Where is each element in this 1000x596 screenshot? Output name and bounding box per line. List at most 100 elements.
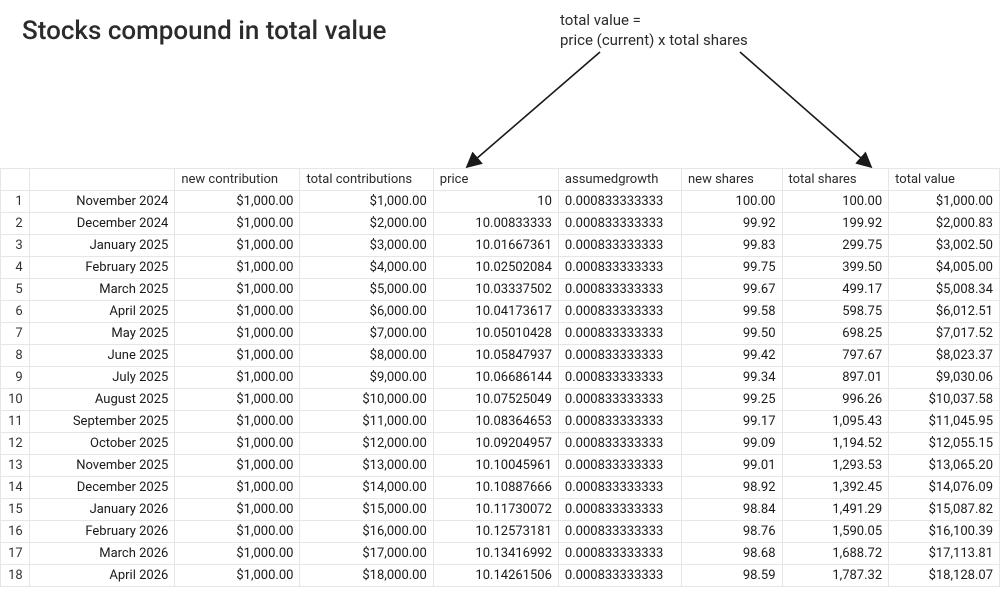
cell-total-shares[interactable]: 1,293.53 — [782, 455, 889, 477]
cell-price[interactable]: 10.01667361 — [433, 235, 558, 257]
cell-total-contributions[interactable]: $14,000.00 — [300, 477, 433, 499]
cell-price[interactable]: 10.07525049 — [433, 389, 558, 411]
cell-total-contributions[interactable]: $16,000.00 — [300, 521, 433, 543]
cell-total-shares[interactable]: 399.50 — [782, 257, 889, 279]
cell-assumed-growth[interactable]: 0.000833333333 — [558, 433, 681, 455]
cell-price[interactable]: 10 — [433, 191, 558, 213]
cell-price[interactable]: 10.05010428 — [433, 323, 558, 345]
cell-new-shares[interactable]: 99.92 — [682, 213, 783, 235]
cell-new-contribution[interactable]: $1,000.00 — [175, 367, 300, 389]
cell-new-contribution[interactable]: $1,000.00 — [175, 191, 300, 213]
cell-total-value[interactable]: $4,005.00 — [889, 257, 1000, 279]
cell-total-contributions[interactable]: $2,000.00 — [300, 213, 433, 235]
cell-total-contributions[interactable]: $6,000.00 — [300, 301, 433, 323]
cell-price[interactable]: 10.02502084 — [433, 257, 558, 279]
cell-new-shares[interactable]: 99.67 — [682, 279, 783, 301]
cell-rownum[interactable]: 6 — [1, 301, 30, 323]
cell-new-contribution[interactable]: $1,000.00 — [175, 433, 300, 455]
cell-total-contributions[interactable]: $4,000.00 — [300, 257, 433, 279]
cell-price[interactable]: 10.13416992 — [433, 543, 558, 565]
cell-new-shares[interactable]: 99.83 — [682, 235, 783, 257]
cell-month[interactable]: December 2024 — [29, 213, 175, 235]
cell-new-shares[interactable]: 99.58 — [682, 301, 783, 323]
cell-new-shares[interactable]: 98.76 — [682, 521, 783, 543]
cell-total-contributions[interactable]: $8,000.00 — [300, 345, 433, 367]
cell-price[interactable]: 10.10045961 — [433, 455, 558, 477]
cell-assumed-growth[interactable]: 0.000833333333 — [558, 543, 681, 565]
cell-new-shares[interactable]: 99.09 — [682, 433, 783, 455]
cell-rownum[interactable]: 17 — [1, 543, 30, 565]
cell-total-value[interactable]: $1,000.00 — [889, 191, 1000, 213]
cell-new-shares[interactable]: 99.17 — [682, 411, 783, 433]
cell-rownum[interactable]: 9 — [1, 367, 30, 389]
cell-total-shares[interactable]: 499.17 — [782, 279, 889, 301]
cell-total-value[interactable]: $9,030.06 — [889, 367, 1000, 389]
cell-rownum[interactable]: 18 — [1, 565, 30, 587]
cell-new-shares[interactable]: 98.84 — [682, 499, 783, 521]
cell-total-value[interactable]: $2,000.83 — [889, 213, 1000, 235]
cell-price[interactable]: 10.10887666 — [433, 477, 558, 499]
cell-new-shares[interactable]: 100.00 — [682, 191, 783, 213]
cell-assumed-growth[interactable]: 0.000833333333 — [558, 279, 681, 301]
cell-month[interactable]: March 2026 — [29, 543, 175, 565]
cell-month[interactable]: March 2025 — [29, 279, 175, 301]
cell-price[interactable]: 10.06686144 — [433, 367, 558, 389]
cell-total-value[interactable]: $11,045.95 — [889, 411, 1000, 433]
cell-total-shares[interactable]: 897.01 — [782, 367, 889, 389]
cell-month[interactable]: October 2025 — [29, 433, 175, 455]
cell-month[interactable]: June 2025 — [29, 345, 175, 367]
cell-assumed-growth[interactable]: 0.000833333333 — [558, 411, 681, 433]
cell-new-shares[interactable]: 99.01 — [682, 455, 783, 477]
cell-new-contribution[interactable]: $1,000.00 — [175, 389, 300, 411]
cell-new-contribution[interactable]: $1,000.00 — [175, 411, 300, 433]
cell-total-contributions[interactable]: $17,000.00 — [300, 543, 433, 565]
cell-total-value[interactable]: $15,087.82 — [889, 499, 1000, 521]
cell-month[interactable]: April 2025 — [29, 301, 175, 323]
cell-new-contribution[interactable]: $1,000.00 — [175, 323, 300, 345]
cell-total-shares[interactable]: 199.92 — [782, 213, 889, 235]
cell-month[interactable]: April 2026 — [29, 565, 175, 587]
cell-new-contribution[interactable]: $1,000.00 — [175, 213, 300, 235]
cell-total-contributions[interactable]: $9,000.00 — [300, 367, 433, 389]
cell-new-contribution[interactable]: $1,000.00 — [175, 279, 300, 301]
cell-assumed-growth[interactable]: 0.000833333333 — [558, 367, 681, 389]
cell-new-contribution[interactable]: $1,000.00 — [175, 543, 300, 565]
cell-price[interactable]: 10.09204957 — [433, 433, 558, 455]
cell-total-value[interactable]: $7,017.52 — [889, 323, 1000, 345]
cell-total-contributions[interactable]: $18,000.00 — [300, 565, 433, 587]
cell-new-shares[interactable]: 99.75 — [682, 257, 783, 279]
cell-rownum[interactable]: 14 — [1, 477, 30, 499]
cell-rownum[interactable]: 5 — [1, 279, 30, 301]
cell-month[interactable]: November 2025 — [29, 455, 175, 477]
cell-new-contribution[interactable]: $1,000.00 — [175, 301, 300, 323]
cell-new-contribution[interactable]: $1,000.00 — [175, 521, 300, 543]
cell-assumed-growth[interactable]: 0.000833333333 — [558, 455, 681, 477]
cell-total-shares[interactable]: 1,787.32 — [782, 565, 889, 587]
cell-new-contribution[interactable]: $1,000.00 — [175, 565, 300, 587]
cell-total-contributions[interactable]: $12,000.00 — [300, 433, 433, 455]
cell-total-contributions[interactable]: $1,000.00 — [300, 191, 433, 213]
cell-new-shares[interactable]: 99.42 — [682, 345, 783, 367]
cell-total-contributions[interactable]: $13,000.00 — [300, 455, 433, 477]
cell-total-value[interactable]: $6,012.51 — [889, 301, 1000, 323]
cell-total-value[interactable]: $5,008.34 — [889, 279, 1000, 301]
cell-rownum[interactable]: 4 — [1, 257, 30, 279]
cell-price[interactable]: 10.08364653 — [433, 411, 558, 433]
cell-total-value[interactable]: $14,076.09 — [889, 477, 1000, 499]
cell-new-contribution[interactable]: $1,000.00 — [175, 257, 300, 279]
cell-new-contribution[interactable]: $1,000.00 — [175, 345, 300, 367]
cell-month[interactable]: February 2026 — [29, 521, 175, 543]
cell-total-contributions[interactable]: $7,000.00 — [300, 323, 433, 345]
cell-assumed-growth[interactable]: 0.000833333333 — [558, 565, 681, 587]
cell-rownum[interactable]: 1 — [1, 191, 30, 213]
cell-assumed-growth[interactable]: 0.000833333333 — [558, 191, 681, 213]
cell-month[interactable]: September 2025 — [29, 411, 175, 433]
cell-total-shares[interactable]: 1,392.45 — [782, 477, 889, 499]
cell-assumed-growth[interactable]: 0.000833333333 — [558, 235, 681, 257]
cell-rownum[interactable]: 7 — [1, 323, 30, 345]
cell-total-contributions[interactable]: $5,000.00 — [300, 279, 433, 301]
cell-rownum[interactable]: 16 — [1, 521, 30, 543]
cell-price[interactable]: 10.12573181 — [433, 521, 558, 543]
cell-total-shares[interactable]: 1,194.52 — [782, 433, 889, 455]
cell-total-shares[interactable]: 1,688.72 — [782, 543, 889, 565]
